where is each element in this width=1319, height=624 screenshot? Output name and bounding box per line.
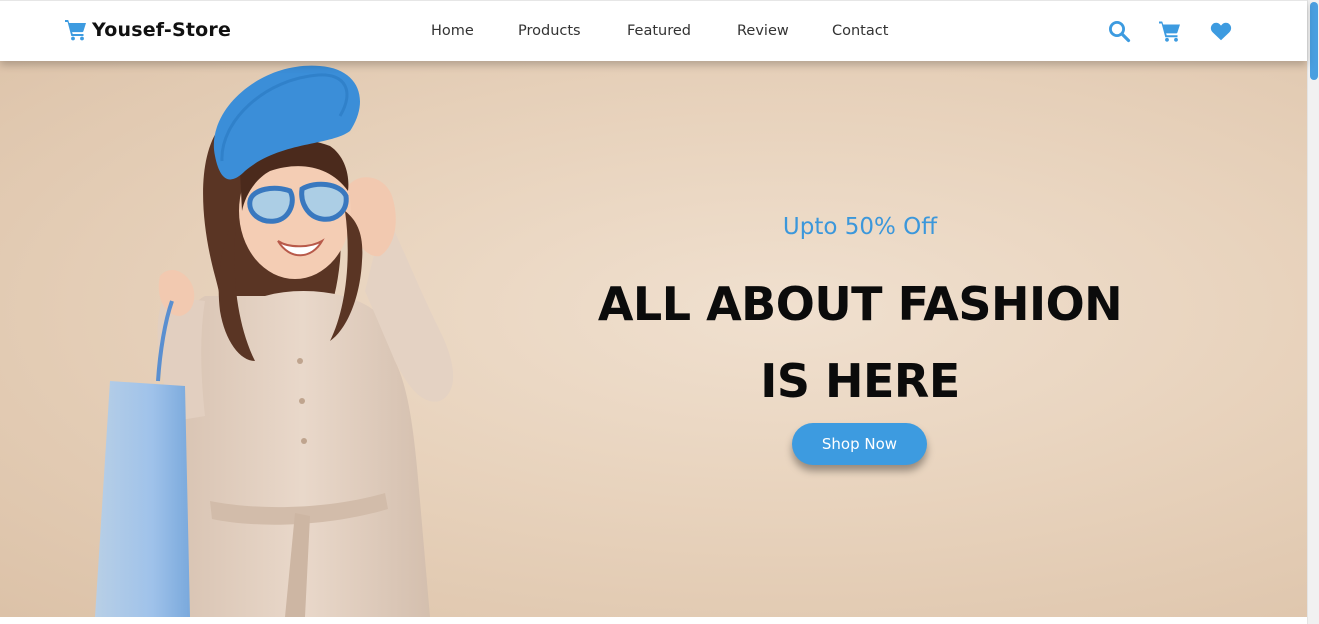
hero-headline-line1: ALL ABOUT FASHION xyxy=(597,277,1123,331)
shop-now-button[interactable]: Shop Now xyxy=(792,423,927,465)
nav-home[interactable]: Home xyxy=(431,23,474,39)
hero-headline-line2: IS HERE xyxy=(760,354,960,408)
nav-products[interactable]: Products xyxy=(518,23,581,39)
page-divider xyxy=(0,617,1307,624)
page: Yousef-Store Home Products Featured Revi… xyxy=(0,0,1307,624)
cart-icon[interactable] xyxy=(1158,19,1182,43)
search-icon[interactable] xyxy=(1107,19,1131,43)
site-header: Yousef-Store Home Products Featured Revi… xyxy=(0,0,1307,61)
offer-text: Upto 50% Off xyxy=(782,214,938,240)
hero-headline: ALL ABOUT FASHION IS HERE xyxy=(560,266,1160,420)
hero-banner: Upto 50% Off ALL ABOUT FASHION IS HERE S… xyxy=(0,61,1307,617)
page-scrollbar[interactable] xyxy=(1307,0,1319,624)
hero-model-image xyxy=(95,65,454,617)
nav-review[interactable]: Review xyxy=(737,23,789,39)
scrollbar-thumb[interactable] xyxy=(1310,2,1318,80)
heart-icon[interactable] xyxy=(1209,19,1233,43)
nav-contact[interactable]: Contact xyxy=(832,23,888,39)
nav-featured[interactable]: Featured xyxy=(627,23,691,39)
